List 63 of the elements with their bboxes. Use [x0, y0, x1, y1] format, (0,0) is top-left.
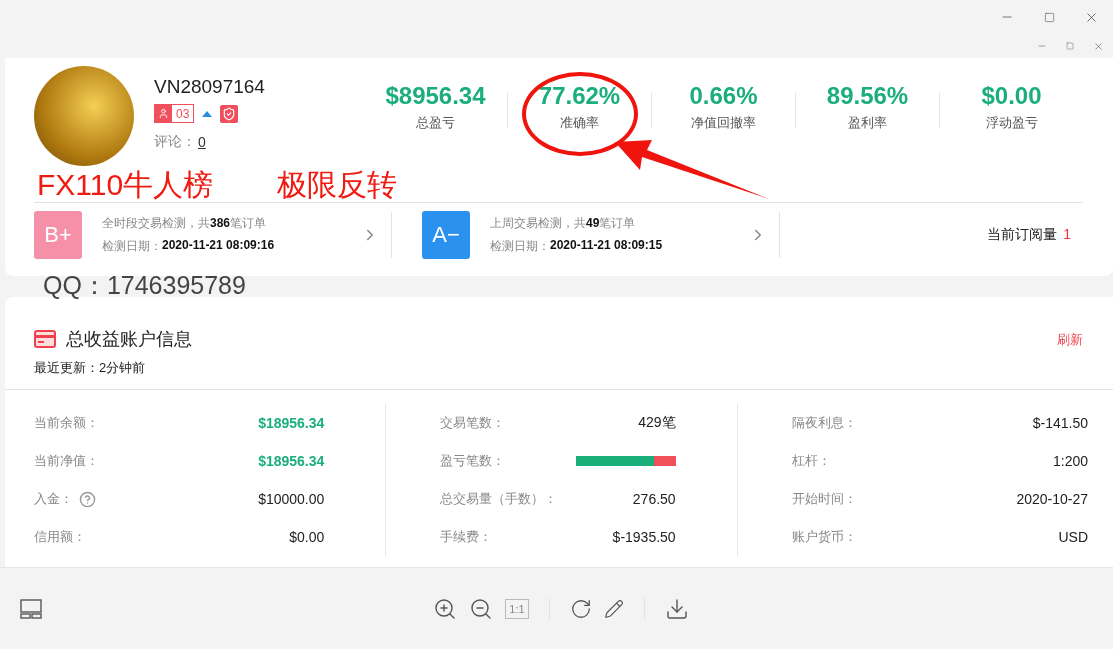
field-value: $-141.50	[1032, 415, 1088, 431]
stat-value: 77.62%	[538, 82, 621, 110]
field-value: 276.50	[632, 491, 676, 507]
field-label: 隔夜利息：	[791, 414, 857, 432]
field-label: 当前净值：	[34, 452, 99, 470]
field-label: 当前余额：	[34, 414, 99, 432]
card-icon	[34, 330, 56, 348]
grade-badge: B+	[34, 211, 82, 259]
rotate-icon[interactable]	[570, 597, 592, 620]
comments-link[interactable]: 0	[198, 134, 206, 150]
stat-value: $0.00	[981, 82, 1042, 110]
maximize-icon[interactable]	[1043, 11, 1055, 23]
field-value: $18956.34	[258, 453, 325, 469]
stat-label: 总盈亏	[416, 114, 455, 132]
annotation-text: 极限反转	[277, 168, 398, 202]
comments-label: 评论：	[154, 133, 196, 151]
field-value: $18956.34	[258, 415, 325, 431]
stat-value: 0.66%	[689, 82, 758, 110]
close-icon[interactable]	[1092, 40, 1104, 52]
pencil-icon[interactable]	[604, 598, 624, 619]
field-label: 开始时间：	[791, 490, 857, 508]
stat-value: 89.56%	[826, 82, 909, 110]
field-label: 盈亏笔数：	[440, 452, 506, 470]
stat-label: 浮动盈亏	[985, 114, 1038, 132]
annotation-text: QQ：1746395789	[42, 276, 247, 297]
stat-label: 准确率	[560, 114, 599, 132]
field-value: $0.00	[289, 529, 325, 545]
field-value: $-1935.50	[612, 529, 676, 545]
check-summary: 全时段交易检测，共386笔订单	[102, 215, 268, 232]
subscription-count: 当前订阅量 1	[987, 226, 1071, 244]
annotation-text: FX110牛人榜	[37, 168, 214, 202]
last-updated: 最近更新：2分钟前	[34, 359, 147, 377]
zoom-in-icon[interactable]	[433, 596, 457, 621]
check-date: 检测日期：2020-11-21 08:09:16	[102, 238, 276, 255]
field-label: 总交易量（手数）：	[440, 490, 558, 508]
help-icon[interactable]	[79, 490, 96, 508]
shield-check-icon	[220, 104, 239, 123]
stat-label: 盈利率	[848, 114, 887, 132]
grade-badge: A−	[422, 211, 470, 259]
field-label: 交易笔数：	[440, 414, 506, 432]
field-value: 2020-10-27	[1016, 491, 1088, 507]
section-title: 总收益账户信息	[66, 328, 192, 351]
account-number: VN28097164	[154, 76, 266, 98]
maximize-icon[interactable]	[1066, 42, 1074, 50]
field-label: 入金：	[34, 490, 73, 508]
stat-label: 净值回撤率	[691, 114, 756, 132]
stat-value: $8956.34	[385, 82, 486, 110]
zoom-out-icon[interactable]	[469, 596, 493, 621]
download-icon[interactable]	[665, 596, 689, 621]
check-summary: 上周交易检测，共49笔订单	[490, 215, 637, 232]
field-label: 杠杆：	[791, 452, 831, 470]
field-value: 1:200	[1052, 453, 1088, 469]
field-value: 429笔	[638, 414, 676, 432]
field-value: $10000.00	[258, 491, 325, 507]
check-date: 检测日期：2020-11-21 08:09:15	[490, 238, 664, 255]
field-label: 账户货币：	[791, 528, 857, 546]
refresh-link[interactable]: 刷新	[1057, 331, 1083, 349]
layout-icon[interactable]	[20, 598, 42, 619]
field-label: 手续费：	[440, 528, 493, 546]
up-triangle-icon	[202, 110, 213, 117]
field-label: 信用额：	[34, 528, 86, 546]
field-value: USD	[1058, 529, 1088, 545]
follower-badge: 03	[154, 104, 195, 123]
